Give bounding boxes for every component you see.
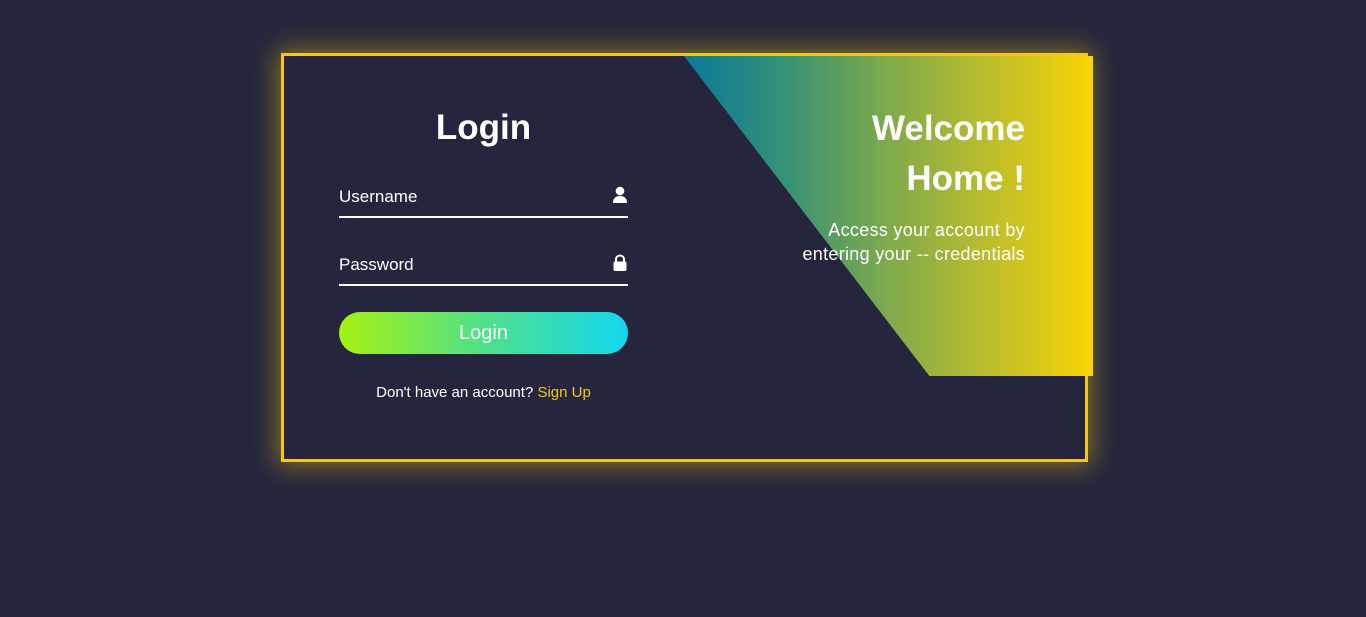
password-input[interactable] [339,253,599,277]
welcome-heading-line1: Welcome [871,109,1025,148]
user-icon [612,186,628,204]
signup-prompt: Don't have an account? [376,384,534,401]
username-input[interactable] [339,185,599,209]
welcome-section: Welcome Home ! Access your account by en… [795,104,1025,266]
welcome-description: Access your account by entering your -- … [802,220,1025,264]
login-card: Welcome Home ! Access your account by en… [281,53,1093,462]
login-form: Login Login Don't have an account? [339,102,628,401]
username-field [339,180,628,218]
signup-row: Don't have an account? Sign Up [339,384,628,401]
welcome-heading-line2: Home ! [906,159,1025,198]
login-title: Login [435,108,532,147]
lock-icon [612,254,628,272]
login-button[interactable]: Login [339,312,628,354]
signup-link[interactable]: Sign Up [537,384,590,401]
password-field [339,248,628,286]
